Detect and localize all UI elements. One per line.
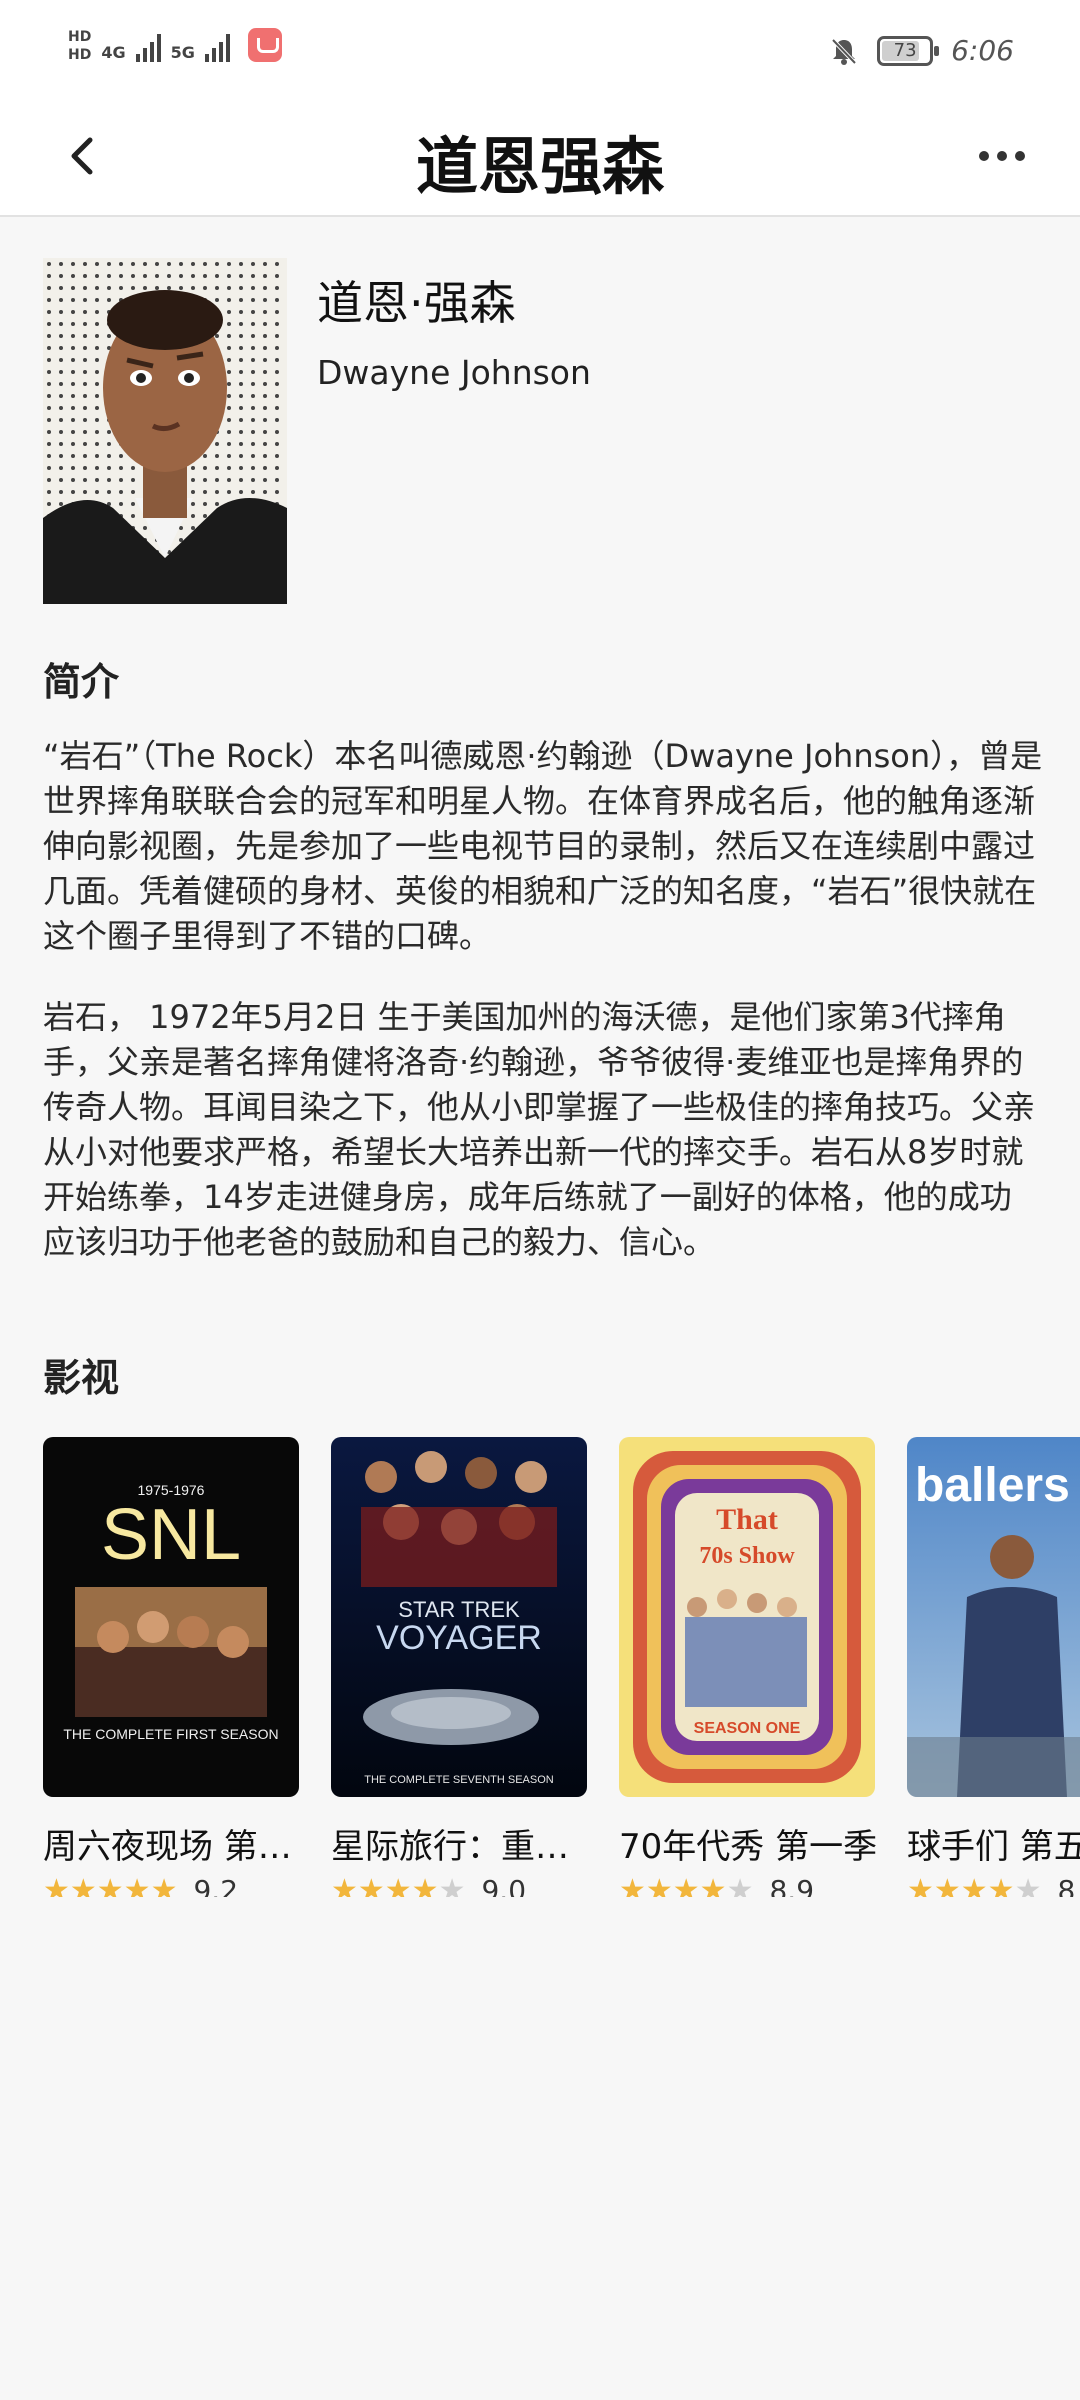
film-score: 8 xyxy=(1057,1874,1076,1897)
poster-text: That xyxy=(716,1503,778,1536)
film-card[interactable]: STAR TREK VOYAGER THE COMPLETE SEVENTH S… xyxy=(331,1437,587,1897)
film-rating: ★★★★★ 8.9 xyxy=(619,1874,875,1897)
poster-text: SEASON ONE xyxy=(694,1720,801,1737)
film-poster[interactable]: STAR TREK VOYAGER THE COMPLETE SEVENTH S… xyxy=(331,1437,587,1797)
top-app-bar: 道恩强森 xyxy=(0,100,1080,217)
network-label-1: 4G xyxy=(101,43,126,62)
film-rating: ★★★★★ 8 xyxy=(907,1874,1080,1897)
intro-paragraph-2: 岩石， 1972年5月2日 生于美国加州的海沃德，是他们家第3代摔角手，父亲是著… xyxy=(43,998,1036,1261)
clock: 6:06 xyxy=(951,34,1014,67)
film-card[interactable]: ballers 球手们 第五 ★★★★★ 8 xyxy=(907,1437,1080,1897)
film-score: 9.2 xyxy=(193,1874,239,1897)
film-title[interactable]: 70年代秀 第一季 xyxy=(619,1819,887,1868)
page-title: 道恩强森 xyxy=(415,130,664,203)
star-rating-icon: ★★★★★ xyxy=(619,1872,754,1897)
film-score: 8.9 xyxy=(769,1874,815,1897)
film-rating: ★★★★★ 9.0 xyxy=(331,1874,587,1897)
status-right: 73 6:06 xyxy=(829,34,1014,67)
battery-level-text: 73 xyxy=(893,39,917,61)
signal-icon xyxy=(135,32,161,62)
film-score: 9.0 xyxy=(481,1874,527,1897)
app-badge-icon xyxy=(247,28,282,62)
film-poster[interactable]: ballers xyxy=(907,1437,1080,1797)
films-carousel[interactable]: 1975-1976 SNL THE COMPLETE FIRST SEASON … xyxy=(43,1437,1080,1897)
status-left: HD HD 4G 5G xyxy=(68,28,282,62)
person-name-en: Dwayne Johnson xyxy=(317,353,591,392)
star-rating-icon: ★★★★★ xyxy=(907,1872,1042,1897)
status-bar: HD HD 4G 5G 73 6:06 xyxy=(0,0,1080,100)
intro-paragraph-1: “岩石”（The Rock）本名叫德威恩·约翰逊（Dwayne Johnson）… xyxy=(43,737,1043,955)
film-poster[interactable]: 1975-1976 SNL THE COMPLETE FIRST SEASON xyxy=(43,1437,299,1797)
film-rating: ★★★★★ 9.2 xyxy=(43,1874,299,1897)
battery-icon: 73 xyxy=(877,35,940,66)
films-section-title: 影视 xyxy=(43,1356,120,1400)
film-title[interactable]: 球手们 第五 xyxy=(907,1819,1080,1868)
bell-off-icon xyxy=(831,38,857,65)
more-dots-icon[interactable] xyxy=(972,136,1032,176)
star-rating-icon: ★★★★★ xyxy=(43,1872,178,1897)
film-poster[interactable]: That 70s Show SEASON ONE xyxy=(619,1437,875,1797)
star-rating-icon: ★★★★★ xyxy=(331,1872,466,1897)
poster-text: 70s Show xyxy=(699,1543,795,1569)
film-title[interactable]: 周六夜现场 第… xyxy=(43,1819,311,1868)
poster-text: VOYAGER xyxy=(376,1619,542,1657)
person-name-cn: 道恩·强森 xyxy=(317,276,516,330)
poster-text: THE COMPLETE FIRST SEASON xyxy=(63,1726,278,1742)
film-card[interactable]: 1975-1976 SNL THE COMPLETE FIRST SEASON … xyxy=(43,1437,299,1897)
poster-text: SNL xyxy=(101,1495,241,1575)
signal-icon-2 xyxy=(204,32,230,62)
film-card[interactable]: That 70s Show SEASON ONE 70年代秀 第一季 ★★★★★… xyxy=(619,1437,877,1897)
intro-section-title: 简介 xyxy=(43,660,120,704)
poster-text: THE COMPLETE SEVENTH SEASON xyxy=(364,1774,554,1786)
poster-text: ballers xyxy=(915,1459,1070,1512)
network-label-2: 5G xyxy=(170,43,195,62)
hd-icon: HD HD xyxy=(68,29,92,63)
film-title[interactable]: 星际旅行：重… xyxy=(331,1819,599,1868)
profile-photo xyxy=(43,258,287,604)
